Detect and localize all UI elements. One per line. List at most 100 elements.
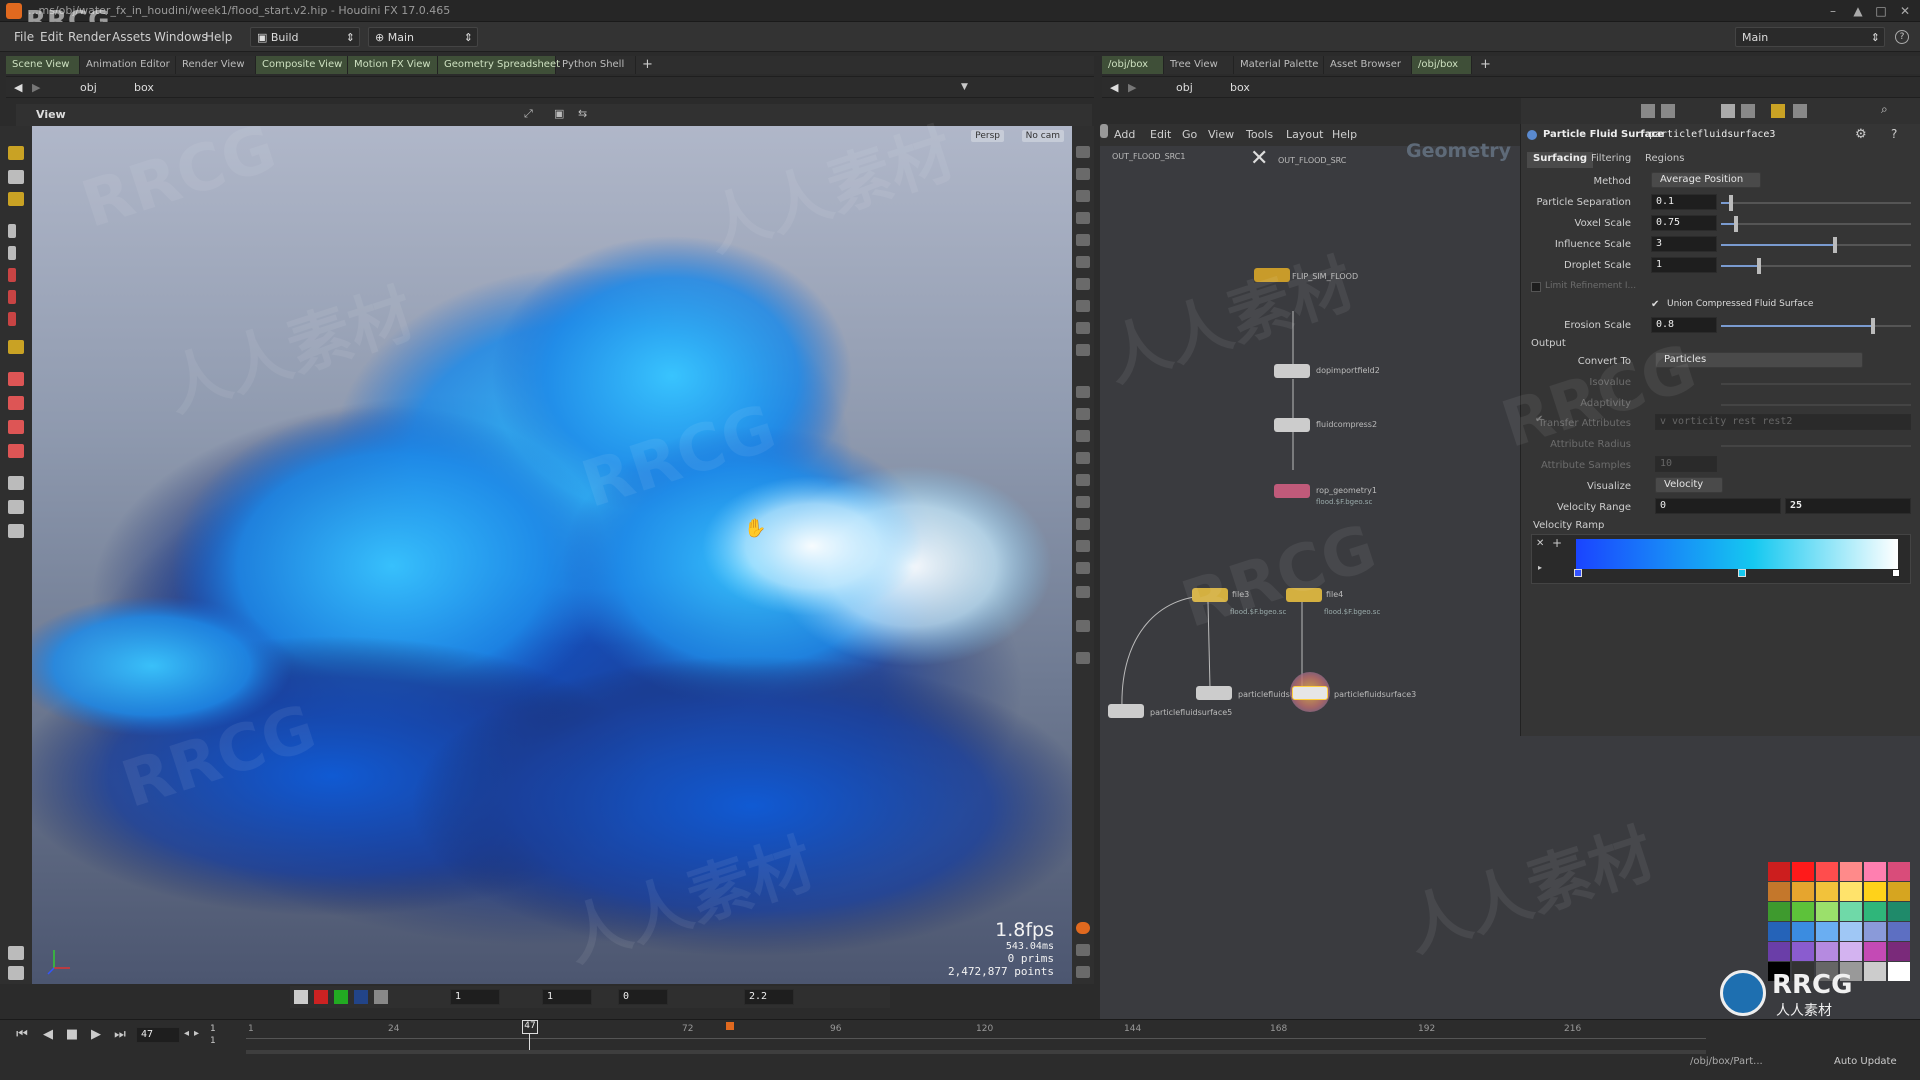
tab-obj-box-2[interactable]: /obj/box: [1412, 56, 1472, 74]
step-back-icon[interactable]: ◂: [184, 1028, 189, 1039]
maximize-icon[interactable]: □: [1873, 3, 1889, 19]
select-tool-icon[interactable]: [8, 146, 24, 160]
node-particlefluidsurface[interactable]: [1196, 686, 1232, 700]
toolbar-icon[interactable]: [1771, 104, 1785, 118]
display-option-icon[interactable]: [1076, 256, 1090, 268]
color-swatch-icon[interactable]: [334, 990, 348, 1004]
node-file4[interactable]: [1286, 588, 1322, 602]
tab-filtering[interactable]: Filtering: [1585, 152, 1637, 168]
palette-swatch[interactable]: [1768, 902, 1790, 921]
right-desktop-dropdown[interactable]: Main ⇕: [1735, 27, 1885, 47]
tab-scene-view[interactable]: Scene View: [6, 56, 80, 74]
ramp-key-end[interactable]: [1892, 569, 1900, 577]
jump-end-icon[interactable]: ⏭: [110, 1025, 130, 1045]
network-editor[interactable]: Add Edit Go View Tools Layout Help Geome…: [1100, 124, 1520, 1019]
vp-field-2[interactable]: 1: [542, 989, 592, 1005]
ramp-key-start[interactable]: [1574, 569, 1582, 577]
sync-icon[interactable]: ⇆: [578, 107, 587, 120]
palette-swatch[interactable]: [1792, 922, 1814, 941]
forward-arrow-icon[interactable]: ▶: [32, 81, 40, 94]
search-icon[interactable]: ⌕: [1881, 102, 1888, 117]
display-options-icon[interactable]: [8, 476, 24, 490]
toolbar-icon[interactable]: [1721, 104, 1735, 118]
node-out-flood-src1[interactable]: [1100, 124, 1108, 138]
palette-swatch[interactable]: [1816, 862, 1838, 881]
display-icon[interactable]: [8, 966, 24, 980]
palette-swatch[interactable]: [1768, 922, 1790, 941]
visualize-dropdown[interactable]: Velocity: [1655, 477, 1723, 493]
palette-swatch[interactable]: [1768, 942, 1790, 961]
palette-swatch[interactable]: [1792, 882, 1814, 901]
slider-knob[interactable]: [1757, 258, 1761, 274]
tab-geometry-spreadsheet[interactable]: Geometry Spreadsheet: [438, 56, 560, 74]
render-region-icon[interactable]: [8, 372, 24, 386]
tab-regions[interactable]: Regions: [1639, 152, 1690, 168]
node-file3[interactable]: [1192, 588, 1228, 602]
display-option-icon[interactable]: [1076, 652, 1090, 664]
persp-menu[interactable]: Persp: [971, 130, 1004, 142]
play-icon[interactable]: ▶: [86, 1025, 106, 1045]
close-icon[interactable]: ✕: [1897, 3, 1913, 19]
palette-swatch[interactable]: [1816, 942, 1838, 961]
keyframe-marker[interactable]: [726, 1022, 734, 1030]
scale-tool-icon[interactable]: [8, 290, 16, 304]
tab-motion-fx-view[interactable]: Motion FX View: [348, 56, 438, 74]
display-option-icon[interactable]: [1076, 278, 1090, 290]
magnet-icon[interactable]: [8, 396, 24, 410]
range-end[interactable]: 1: [210, 1036, 216, 1046]
slider-knob[interactable]: [1871, 318, 1875, 334]
palette-swatch[interactable]: [1792, 902, 1814, 921]
palette-swatch[interactable]: [1840, 862, 1862, 881]
camera-icon[interactable]: ▣: [554, 107, 564, 120]
display-option-icon[interactable]: [1076, 540, 1090, 552]
peak-tool-icon[interactable]: [8, 444, 24, 458]
display-option-icon[interactable]: [1076, 300, 1090, 312]
tab-obj-box-1[interactable]: /obj/box: [1102, 56, 1164, 74]
display-option-icon[interactable]: [1076, 518, 1090, 530]
view-tool-icon[interactable]: [8, 170, 24, 184]
menu-edit[interactable]: Edit: [40, 30, 63, 44]
display-option-icon[interactable]: [1076, 234, 1090, 246]
palette-swatch[interactable]: [1768, 882, 1790, 901]
tab-composite-view[interactable]: Composite View: [256, 56, 348, 74]
display-option-icon[interactable]: [1076, 474, 1090, 486]
node-flip-sim-flood[interactable]: [1254, 268, 1290, 282]
tab-animation-editor[interactable]: Animation Editor: [80, 56, 176, 74]
display-option-icon[interactable]: [1076, 386, 1090, 398]
slider-knob[interactable]: [1833, 237, 1837, 253]
node-name-field[interactable]: particlefluidsurface3: [1649, 129, 1775, 140]
text-display-icon[interactable]: [1076, 586, 1090, 598]
node-particlefluidsurface5[interactable]: [1108, 704, 1144, 718]
palette-swatch[interactable]: [1768, 862, 1790, 881]
path-node[interactable]: box: [134, 81, 154, 94]
toolbar-icon[interactable]: [1661, 104, 1675, 118]
path-context[interactable]: obj: [1176, 81, 1193, 94]
attribute-samples-field[interactable]: 10: [1655, 456, 1717, 472]
palette-swatch[interactable]: [1888, 902, 1910, 921]
node-particlefluidsurface3[interactable]: [1292, 686, 1328, 700]
toolbar-icon[interactable]: [1741, 104, 1755, 118]
menu-windows[interactable]: Windows: [154, 30, 208, 44]
voxel-scale-field[interactable]: 0.75: [1651, 215, 1717, 231]
palette-swatch[interactable]: [1864, 942, 1886, 961]
camera-menu[interactable]: No cam: [1021, 130, 1064, 142]
path-node[interactable]: box: [1230, 81, 1250, 94]
display-option-icon[interactable]: [1076, 322, 1090, 334]
ramp-key-mid[interactable]: [1738, 569, 1746, 577]
display-option-icon[interactable]: [1076, 408, 1090, 420]
display-option-icon[interactable]: [1076, 620, 1090, 632]
tab-render-view[interactable]: Render View: [176, 56, 256, 74]
camera-settings-icon[interactable]: [8, 946, 24, 960]
null-node-icon[interactable]: ✕: [1250, 146, 1268, 171]
node-fluidcompress2[interactable]: [1274, 418, 1310, 432]
ramp-remove-key-icon[interactable]: ✕: [1536, 538, 1544, 549]
particle-separation-field[interactable]: 0.1: [1651, 194, 1717, 210]
palette-swatch[interactable]: [1840, 922, 1862, 941]
palette-swatch[interactable]: [1888, 922, 1910, 941]
palette-swatch[interactable]: [1864, 922, 1886, 941]
union-compressed-checkbox[interactable]: ✔: [1651, 300, 1661, 310]
influence-scale-slider[interactable]: [1721, 237, 1911, 253]
pivot-tool-icon[interactable]: [8, 312, 16, 326]
jump-start-icon[interactable]: ⏮: [12, 1025, 32, 1045]
display-option-icon[interactable]: [1076, 344, 1090, 356]
